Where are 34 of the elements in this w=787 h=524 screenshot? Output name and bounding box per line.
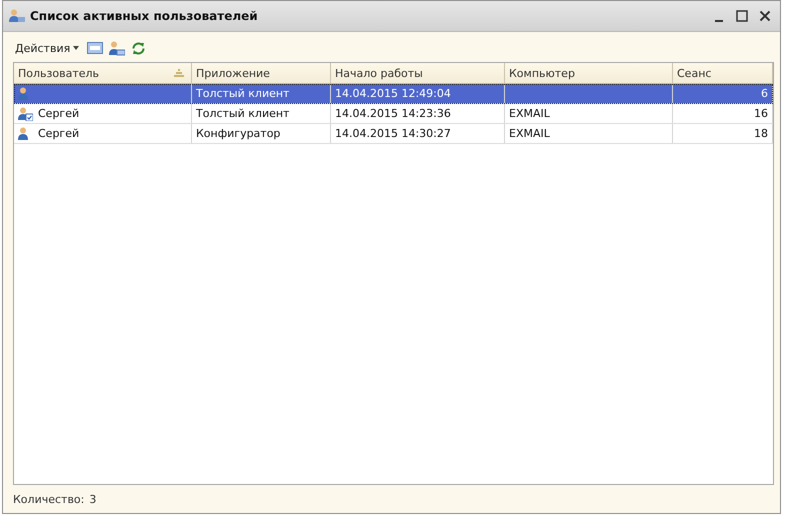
column-header[interactable]: Компьютер [505, 63, 673, 83]
table-cell: 14.04.2015 14:30:27 [335, 127, 451, 140]
users-icon [9, 9, 25, 23]
window-title: Список активных пользователей [30, 9, 259, 23]
count-value: 3 [89, 492, 96, 506]
table-cell: Толстый клиент [196, 107, 290, 120]
maximize-icon [736, 10, 748, 22]
card-icon[interactable] [87, 42, 104, 54]
actions-menu-button[interactable]: Действия [13, 42, 82, 54]
table-cell: EXMAIL [509, 107, 550, 120]
user-check-icon [18, 106, 33, 120]
caret-icon [73, 46, 80, 50]
table-cell: Сергей [38, 127, 80, 140]
column-header[interactable]: Приложение [192, 63, 331, 83]
table-cell: Толстый клиент [196, 87, 290, 100]
table-cell: Конфигуратор [196, 127, 280, 140]
table-row[interactable]: Сергей Толстый клиент 14.04.2015 14:23:36 EXMAIL 16 [14, 104, 773, 124]
table-cell: 18 [754, 127, 768, 140]
column-header[interactable]: Сеанс [673, 63, 773, 83]
count-label: Количество: [13, 492, 84, 506]
close-icon [759, 10, 771, 22]
table-cell: 16 [754, 107, 768, 120]
column-header[interactable]: Пользователь [14, 63, 192, 83]
table-cell: 14.04.2015 12:49:04 [335, 87, 451, 100]
table-row[interactable]: Сергей Конфигуратор 14.04.2015 14:30:27 EXMAIL 18 [14, 124, 773, 144]
table-cell: Сергей [38, 107, 80, 120]
refresh-icon[interactable] [131, 40, 146, 56]
column-header[interactable]: Начало работы [331, 63, 505, 83]
table-cell: EXMAIL [509, 127, 550, 140]
minimize-icon [715, 20, 723, 22]
user-card-icon[interactable] [109, 40, 126, 56]
table-row[interactable]: Толстый клиент 14.04.2015 12:49:04 6 [14, 84, 773, 104]
table-cell: 14.04.2015 14:23:36 [335, 107, 451, 120]
table-cell: 6 [761, 87, 768, 100]
